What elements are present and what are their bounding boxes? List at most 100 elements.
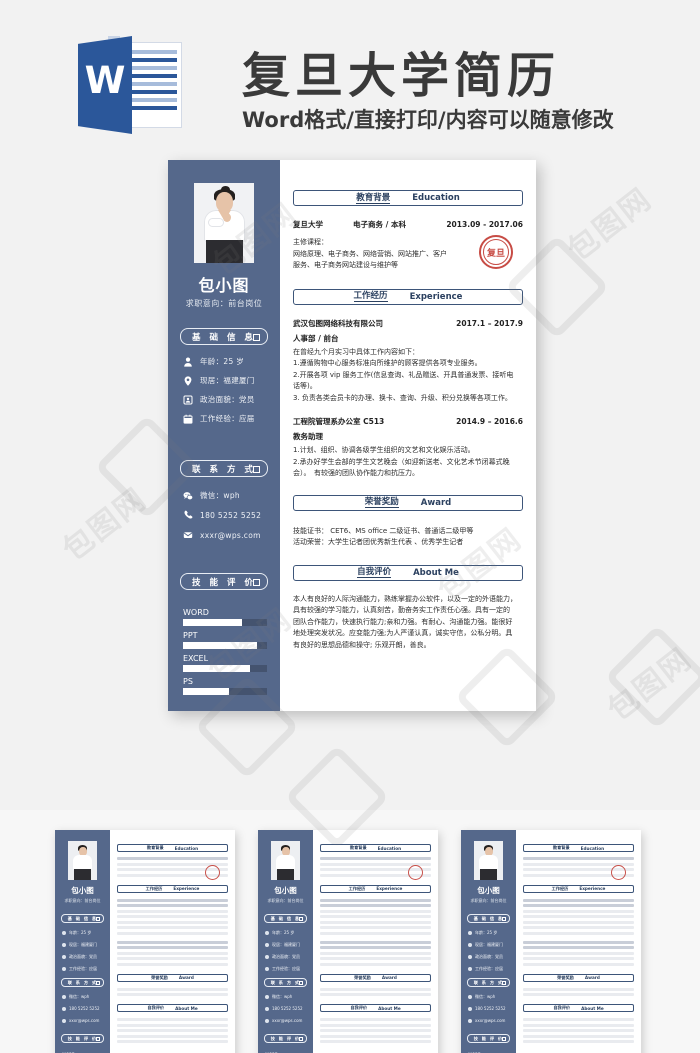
person-icon <box>265 931 269 935</box>
calendar-icon <box>62 967 66 971</box>
text-line <box>117 987 228 991</box>
word-document-icon: W <box>78 36 182 134</box>
section-title-cn: 工作经历 <box>353 291 388 302</box>
square-icon <box>502 1037 506 1041</box>
experience-line: 1.计划、组织、协调各级学生组织的文艺和文化娱乐活动。 <box>293 446 475 454</box>
watermark-text: 包图网 <box>601 641 699 729</box>
section-title-en: Experience <box>579 886 606 891</box>
experience-title: 教务助理 <box>293 432 323 441</box>
contact-row: xxxr@wps.com <box>265 1018 302 1023</box>
section-title-cn: 教育背景 <box>356 192 391 204</box>
section-title-cn: 荣誉奖励 <box>354 974 371 980</box>
wechat-icon <box>468 995 472 999</box>
section-header: 教育背景 Education <box>523 844 634 852</box>
resume-content: 教育背景 Education 复旦大学 电子商务 / 本科 2013.09 - … <box>280 160 536 711</box>
section-title-en: Education <box>174 845 199 851</box>
skill-track <box>183 641 267 649</box>
section-title-en: Experience <box>173 886 200 891</box>
section-title-en: About Me <box>413 567 459 578</box>
education-row: 复旦大学 电子商务 / 本科 2013.09 - 2017.06 <box>293 219 523 230</box>
resume-page-preview[interactable]: 包小图 求职意向：前台岗位 基 础 信 息 年龄：25 岁 现居：福建厦门 政治… <box>168 160 536 711</box>
id-card-icon <box>265 955 269 959</box>
section-title-cn: 自我评价 <box>147 1005 165 1010</box>
text-line <box>320 1029 431 1032</box>
text-line <box>117 857 228 860</box>
info-row-text: 年龄：25 岁 <box>200 357 245 366</box>
text-line <box>320 898 431 902</box>
experience-date: 2017.1 – 2017.9 <box>456 318 523 328</box>
contact-row: 微信：wph <box>468 994 495 1000</box>
thumbnail-content: 教育背景 Education 工作经历 Experience 荣誉奖励 Award 自我评价… <box>110 830 235 1053</box>
contact-row-email: xxxr@wps.com <box>183 530 261 540</box>
thumbnail-sidebar: 包小图 求职意向：前台岗位基 础 信 息联 系 方 式技 能 评 价年龄：25 岁… <box>55 830 110 1053</box>
info-row: 年龄：25 岁 <box>468 930 497 936</box>
text-line <box>117 962 228 966</box>
section-header: 荣誉奖励 Award <box>117 973 228 982</box>
thumbnail-sidebar-section: 技 能 评 价 <box>264 1034 307 1043</box>
text-line <box>117 1040 228 1043</box>
experience-company: 武汉包图网络科技有限公司 <box>293 318 383 328</box>
section-header-experience: 工作经历 Experience <box>293 288 523 305</box>
award-line: 活动荣誉：大学生记者团优秀新生代表 、优秀学生记者 <box>293 538 464 546</box>
location-pin-icon <box>468 943 472 947</box>
thumbnail-sidebar-section: 基 础 信 息 <box>467 914 510 923</box>
text-line <box>117 940 228 944</box>
thumbnail-sidebar-section: 技 能 评 价 <box>61 1034 104 1043</box>
job-intent: 求职意向：前台岗位 <box>64 898 101 903</box>
section-header-education: 教育背景 Education <box>293 190 523 206</box>
text-line <box>320 957 431 960</box>
email-icon <box>62 1018 66 1023</box>
avatar-photo <box>68 841 97 880</box>
text-line <box>320 962 431 966</box>
banner-subtitle: Word格式/直接打印/内容可以随意修改 <box>242 108 614 132</box>
about-line: 具有较强的学习能力，认真刻苦，勤奋务实工作责任心强。具有一定的 <box>293 606 510 614</box>
header-banner: W 复旦大学简历 Word格式/直接打印/内容可以随意修改 <box>0 0 700 150</box>
education-date: 2013.09 - 2017.06 <box>446 220 523 229</box>
section-title-en: About Me <box>581 1005 604 1011</box>
text-line <box>523 1018 634 1021</box>
section-title-cn: 教育背景 <box>349 845 367 850</box>
contact-row-wechat: 微信：wph <box>183 490 240 501</box>
text-line <box>117 951 228 955</box>
thumbnail-preview-1[interactable]: 包小图 求职意向：前台岗位基 础 信 息联 系 方 式技 能 评 价年龄：25 岁… <box>55 830 235 1053</box>
text-line <box>117 909 228 913</box>
text-line <box>523 909 634 913</box>
text-line <box>523 987 634 991</box>
calendar-icon <box>468 967 472 971</box>
text-line <box>523 951 634 955</box>
text-line <box>320 904 431 907</box>
text-line <box>117 931 228 935</box>
square-icon <box>502 981 506 985</box>
text-line <box>117 957 228 960</box>
award-line: 技能证书： CET6、MS office 二级证书、普通话二级甲等 <box>293 526 474 535</box>
text-line <box>117 915 228 918</box>
thumbnail-sidebar: 包小图 求职意向：前台岗位基 础 信 息联 系 方 式技 能 评 价年龄：25 岁… <box>258 830 313 1053</box>
about-line: 有良好的思想品德和操守; 乐观开朗，善良。 <box>293 640 431 649</box>
contact-row: xxxr@wps.com <box>468 1018 505 1023</box>
candidate-name: 包小图 <box>71 886 94 895</box>
text-line <box>523 920 634 924</box>
experience-line: 2.承办好学生会部的学生文艺晚会（如迎新送老、文化艺术节闭幕式晚 <box>293 457 510 466</box>
square-icon <box>253 578 260 586</box>
info-row: 现居：福建厦门 <box>62 942 97 948</box>
info-row: 年龄：25 岁 <box>62 930 91 936</box>
contact-row-text: xxxr@wps.com <box>200 530 261 540</box>
text-line <box>320 1023 431 1027</box>
avatar-photo <box>271 841 300 880</box>
experience-line: 2.开展各项 vip 服务工作(信息查询、礼品赠送、开具普通发票、接听电 <box>293 370 514 379</box>
text-line <box>523 915 634 918</box>
id-card-icon <box>62 955 66 959</box>
candidate-name: 包小图 <box>198 276 250 295</box>
university-seal-icon <box>611 864 626 880</box>
text-line <box>117 898 228 902</box>
wechat-icon <box>265 995 269 999</box>
info-row-text: 现居：福建厦门 <box>200 376 255 385</box>
thumbnail-preview-2[interactable]: 包小图 求职意向：前台岗位基 础 信 息联 系 方 式技 能 评 价年龄：25 岁… <box>258 830 438 1053</box>
text-line <box>523 1029 634 1032</box>
text-line <box>523 957 634 960</box>
thumbnail-preview-3[interactable]: 包小图 求职意向：前台岗位基 础 信 息联 系 方 式技 能 评 价年龄：25 岁… <box>461 830 641 1053</box>
section-header: 自我评价 About Me <box>320 1004 431 1012</box>
section-header: 工作经历 Experience <box>117 884 228 893</box>
text-line <box>320 946 431 949</box>
text-line <box>320 940 431 944</box>
